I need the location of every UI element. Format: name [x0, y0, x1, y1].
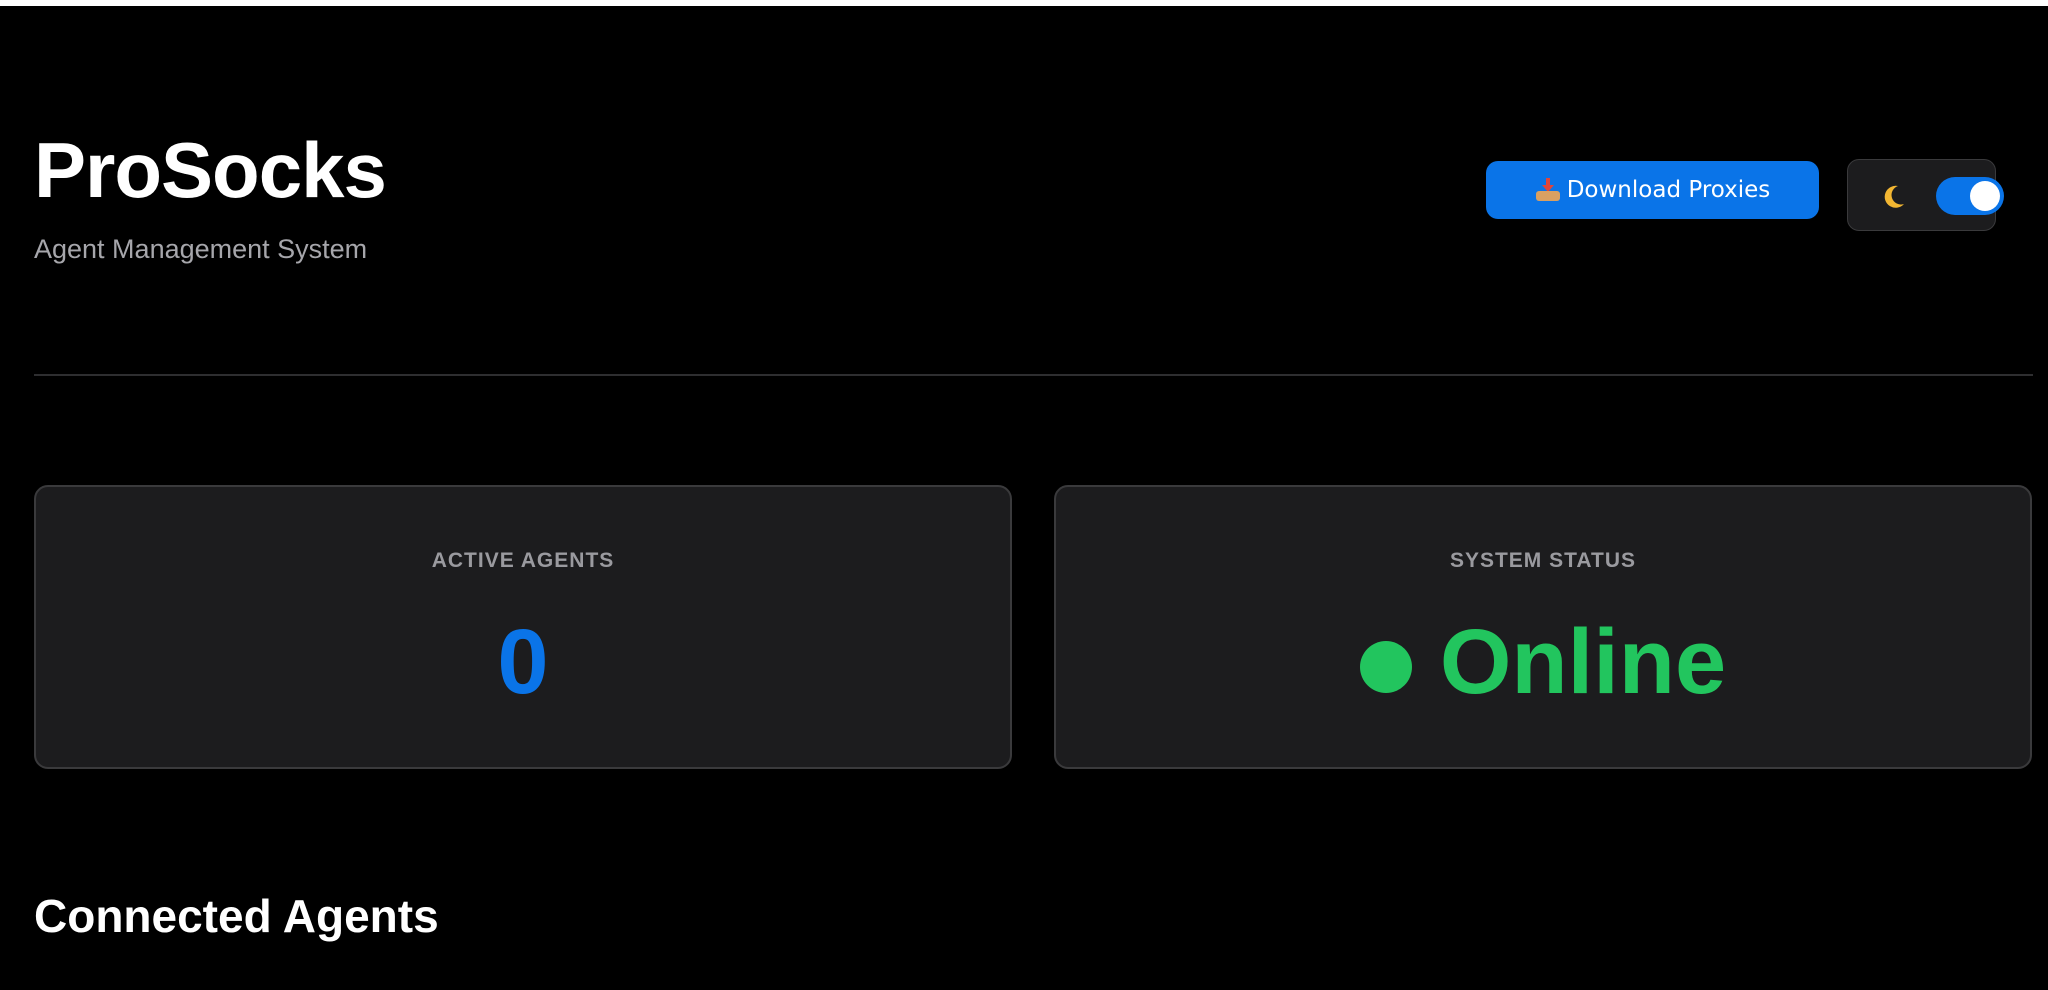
- crescent-moon-icon: [1884, 185, 1904, 208]
- active-agents-card: ACTIVE AGENTS 0: [34, 485, 1012, 769]
- download-proxies-button[interactable]: Download Proxies: [1486, 161, 1819, 219]
- download-proxies-label: Download Proxies: [1566, 177, 1771, 203]
- app-title: ProSocks: [34, 126, 387, 214]
- inbox-tray-icon: [1535, 178, 1561, 202]
- header-divider: [34, 374, 2033, 376]
- status-dot-icon: [1359, 641, 1412, 693]
- system-status-value: Online: [1439, 611, 1727, 713]
- system-status-card: SYSTEM STATUS Online: [1054, 485, 2032, 769]
- toggle-knob: [1970, 181, 2000, 211]
- connected-agents-heading: Connected Agents: [34, 890, 439, 942]
- dark-mode-toggle[interactable]: [1936, 177, 2004, 215]
- system-status-indicator: Online: [1056, 607, 2030, 717]
- active-agents-count: 0: [497, 611, 549, 713]
- app-subtitle: Agent Management System: [34, 234, 368, 264]
- system-status-label: SYSTEM STATUS: [1449, 549, 1637, 572]
- dashboard-page: ProSocks Agent Management System Downloa…: [0, 6, 2048, 990]
- active-agents-label: ACTIVE AGENTS: [431, 549, 615, 572]
- theme-switcher: [1847, 159, 2004, 231]
